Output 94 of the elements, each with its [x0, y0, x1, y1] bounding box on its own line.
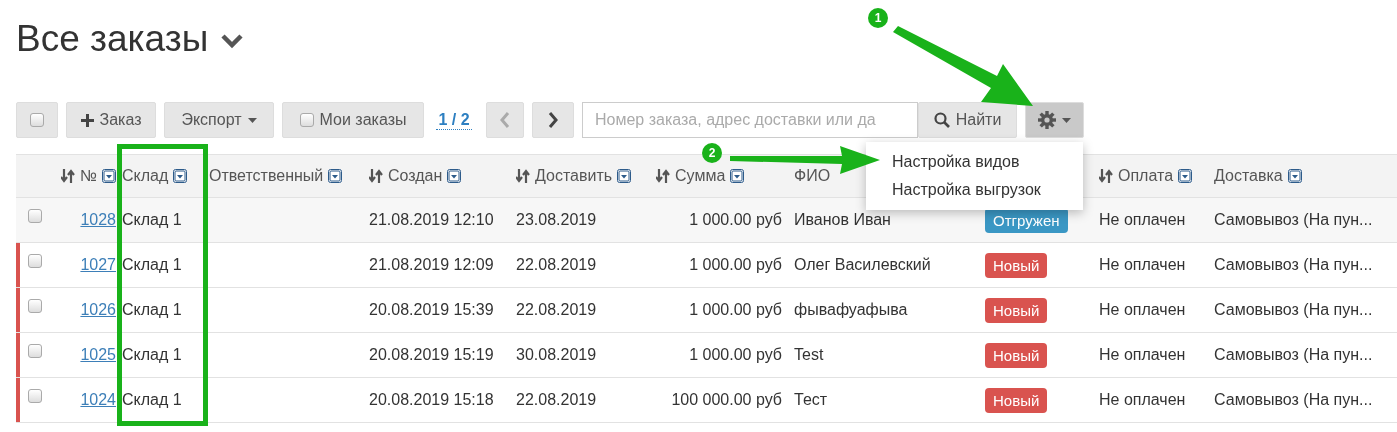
table-cell: Олег Василевский: [794, 256, 931, 274]
table-cell: Не оплачен: [1099, 211, 1186, 229]
table-cell: Не оплачен: [1099, 391, 1186, 409]
sort-icon: [656, 168, 670, 184]
column-header[interactable]: Сумма: [656, 167, 745, 185]
row-checkbox[interactable]: [28, 254, 42, 268]
table-cell: 30.08.2019: [516, 346, 597, 364]
sort-icon: [1099, 168, 1113, 184]
plus-icon: [80, 113, 94, 127]
table-cell: 20.08.2019 15:39: [369, 301, 494, 319]
sort-icon: [516, 168, 530, 184]
column-header[interactable]: Оплата: [1099, 167, 1193, 185]
table-cell: 22.08.2019: [516, 256, 597, 274]
previous-page-button[interactable]: [486, 102, 524, 138]
order-link[interactable]: 1027: [80, 256, 116, 274]
table-cell: 1 000.00 руб: [689, 301, 782, 319]
find-button[interactable]: Найти: [918, 102, 1017, 138]
row-checkbox[interactable]: [28, 344, 42, 358]
column-header[interactable]: №: [60, 167, 116, 185]
filter-icon: [102, 169, 116, 183]
table-cell: 22.08.2019: [516, 391, 597, 409]
table-cell: 20.08.2019 15:18: [369, 391, 494, 409]
table-cell: фывафуафыва: [794, 301, 908, 319]
filter-icon: [617, 169, 632, 183]
column-header[interactable]: Ответственный: [209, 167, 343, 185]
column-header[interactable]: Создан: [369, 167, 462, 185]
order-link[interactable]: 1024: [80, 391, 116, 409]
select-all-button[interactable]: [16, 102, 58, 138]
chevron-left-icon: [500, 112, 510, 128]
table-cell: Самовывоз (На пун...: [1214, 391, 1373, 409]
filter-icon: [1287, 169, 1302, 183]
caret-icon: [1062, 117, 1071, 123]
table-cell: Самовывоз (На пун...: [1214, 211, 1373, 229]
filter-icon: [447, 169, 462, 183]
row-checkbox[interactable]: [28, 209, 42, 223]
table-cell: 1 000.00 руб: [689, 346, 782, 364]
status-badge: Новый: [985, 252, 1048, 278]
caret-icon: [247, 117, 257, 123]
filter-icon: [173, 169, 188, 183]
chevron-right-icon: [548, 112, 558, 128]
filter-icon: [328, 169, 343, 183]
sort-icon: [369, 168, 383, 184]
step-badge: 2: [702, 143, 722, 163]
table-cell: 1 000.00 руб: [689, 256, 782, 274]
menu-item[interactable]: Настройка выгрузок: [886, 176, 1083, 204]
column-header[interactable]: Склад: [122, 167, 188, 185]
search-icon: [933, 112, 950, 128]
settings-button[interactable]: [1025, 102, 1084, 138]
table-cell: Склад 1: [122, 301, 182, 319]
export-button[interactable]: Экспорт: [164, 102, 274, 138]
filter-icon: [730, 169, 745, 183]
table-cell: 1 000.00 руб: [689, 211, 782, 229]
status-badge: Новый: [985, 297, 1048, 323]
table-cell: 21.08.2019 12:09: [369, 256, 494, 274]
table-cell: Самовывоз (На пун...: [1214, 346, 1373, 364]
step-badge: 1: [868, 8, 888, 28]
table-cell: Склад 1: [122, 211, 182, 229]
settings-icon: [1038, 111, 1056, 129]
pager-link[interactable]: 1 / 2: [436, 110, 472, 130]
table-cell: Склад 1: [122, 391, 182, 409]
column-header[interactable]: Доставить: [516, 167, 632, 185]
menu-item[interactable]: Настройка видов: [886, 148, 1083, 176]
page-title: Все заказы: [16, 18, 209, 60]
status-badge: Новый: [985, 342, 1048, 368]
column-header[interactable]: ФИО: [794, 167, 831, 185]
add-order-button[interactable]: Заказ: [66, 102, 156, 138]
table-cell: Тест: [794, 391, 828, 409]
order-link[interactable]: 1025: [80, 346, 116, 364]
my-orders-button[interactable]: Мои заказы: [282, 102, 424, 138]
row-checkbox[interactable]: [28, 389, 42, 403]
table-cell: 23.08.2019: [516, 211, 597, 229]
table-cell: Самовывоз (На пун...: [1214, 256, 1373, 274]
table-cell: Иванов Иван: [794, 211, 891, 229]
chevron-down-icon: [220, 33, 245, 49]
order-link[interactable]: 1026: [80, 301, 116, 319]
table-cell: Склад 1: [122, 346, 182, 364]
search-field[interactable]: Номер заказа, адрес доставки или да: [582, 102, 918, 138]
table-cell: Не оплачен: [1099, 346, 1186, 364]
table-cell: Самовывоз (На пун...: [1214, 301, 1373, 319]
order-link[interactable]: 1028: [80, 211, 116, 229]
table-cell: 20.08.2019 15:19: [369, 346, 494, 364]
table-cell: Не оплачен: [1099, 256, 1186, 274]
table-cell: Склад 1: [122, 256, 182, 274]
filter-icon: [1178, 169, 1193, 183]
table-cell: 22.08.2019: [516, 301, 597, 319]
row-checkbox[interactable]: [28, 299, 42, 313]
sort-icon: [60, 168, 75, 184]
table-cell: Test: [794, 346, 824, 364]
status-badge: Новый: [985, 387, 1048, 413]
column-header[interactable]: Доставка: [1214, 167, 1302, 185]
table-cell: 21.08.2019 12:10: [369, 211, 494, 229]
table-cell: Не оплачен: [1099, 301, 1186, 319]
table-cell: 100 000.00 руб: [671, 391, 782, 409]
next-page-button[interactable]: [532, 102, 574, 138]
